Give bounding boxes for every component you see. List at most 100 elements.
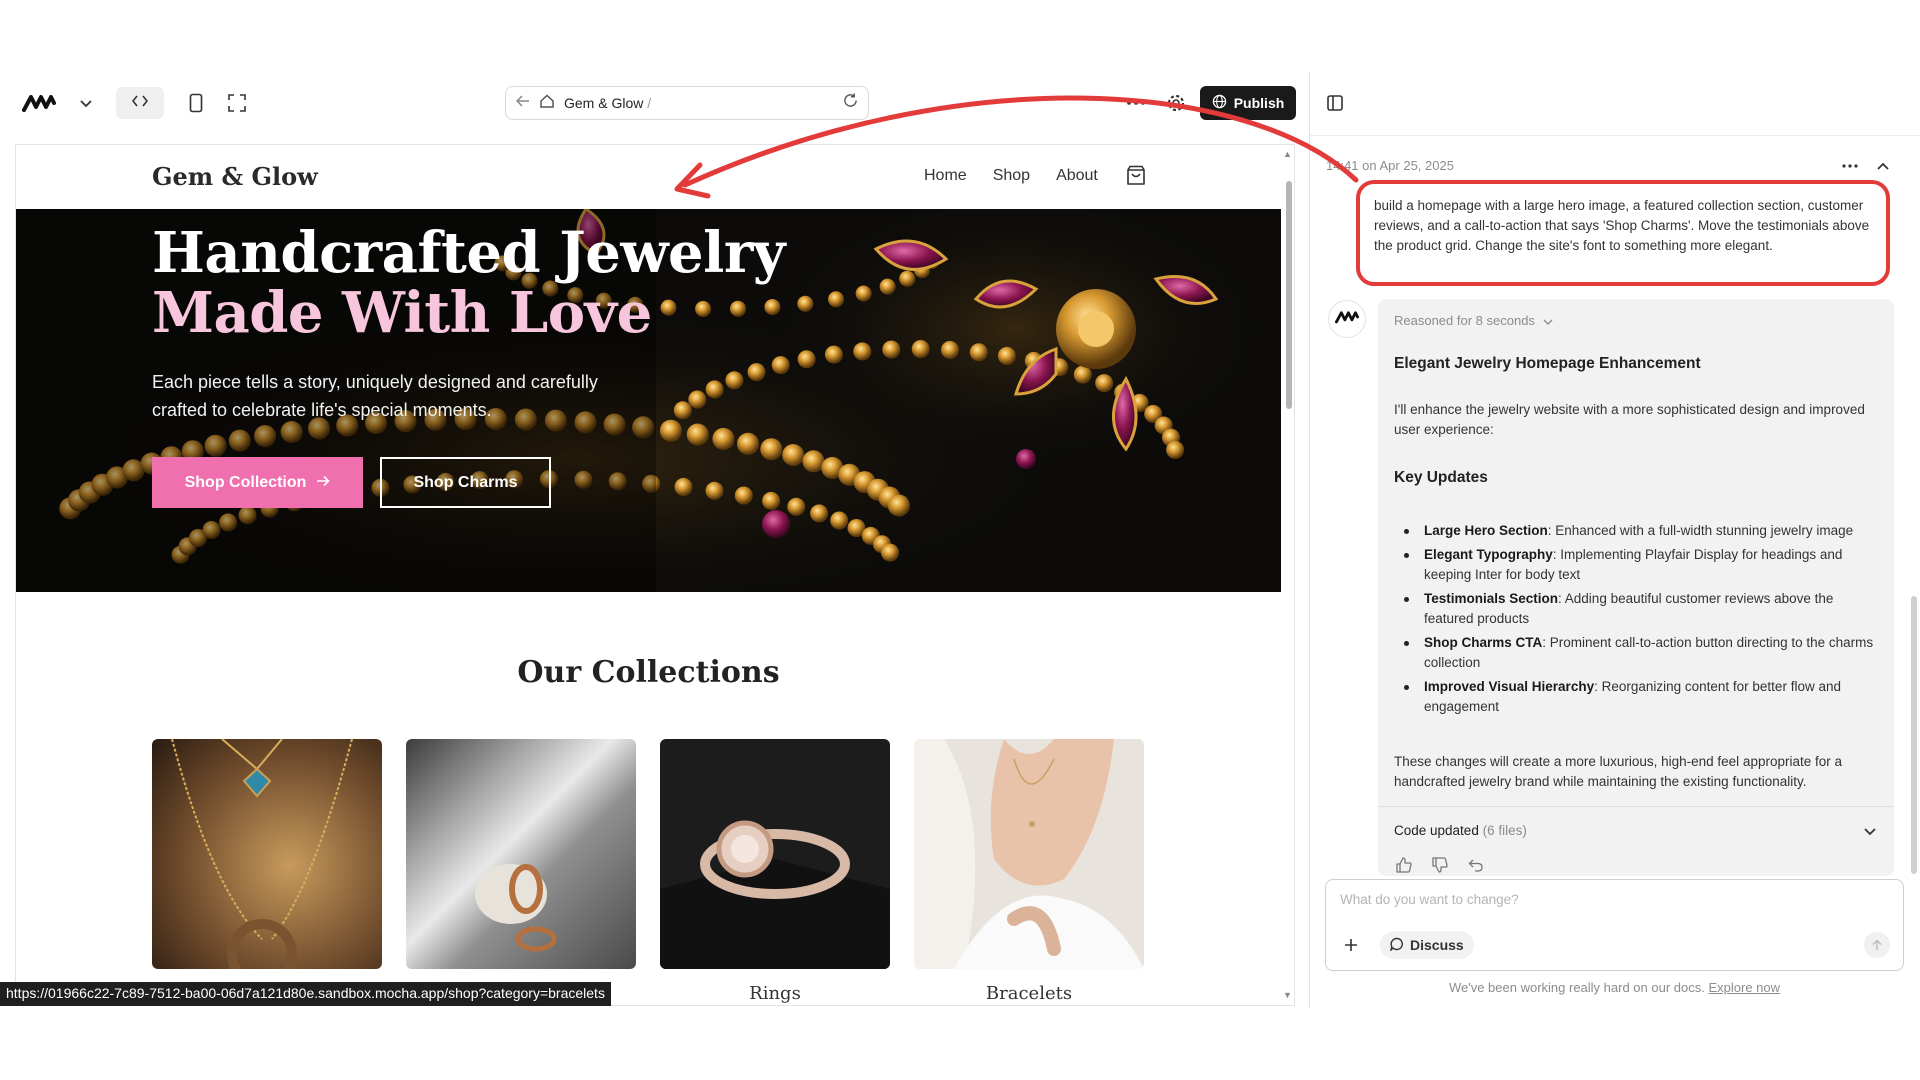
logo-icon xyxy=(1335,309,1359,330)
chat-bubble-icon xyxy=(1389,937,1404,954)
discuss-button[interactable]: Discuss xyxy=(1380,931,1474,959)
gold-bead xyxy=(830,511,849,530)
gold-bead xyxy=(881,543,899,562)
chevron-down-icon[interactable] xyxy=(74,92,98,116)
logo-icon[interactable] xyxy=(16,84,62,122)
gold-bead xyxy=(688,390,707,409)
gold-bead xyxy=(659,419,682,442)
code-updated-toggle[interactable]: Code updated (6 files) xyxy=(1394,823,1527,838)
hero-section: Handcrafted Jewelry Made With Love Each … xyxy=(16,209,1281,592)
code-files-count: (6 files) xyxy=(1482,823,1527,838)
assistant-title: Elegant Jewelry Homepage Enhancement xyxy=(1394,355,1701,372)
hero-subtitle: Each piece tells a story, uniquely desig… xyxy=(152,372,598,420)
gold-bead xyxy=(855,285,872,302)
gold-bead xyxy=(725,371,744,390)
publish-button[interactable]: Publish xyxy=(1200,86,1296,120)
shop-collection-button[interactable]: Shop Collection xyxy=(152,457,363,508)
thumbs-up-icon[interactable] xyxy=(1394,855,1414,875)
plus-icon[interactable] xyxy=(1338,932,1364,958)
list-item: Shop Charms CTA: Prominent call-to-actio… xyxy=(1394,633,1884,673)
docs-note: We've been working really hard on our do… xyxy=(1325,980,1904,995)
shop-charms-button[interactable]: Shop Charms xyxy=(380,457,551,508)
url-path: / xyxy=(647,95,652,111)
url-site: Gem & Glow xyxy=(564,95,644,111)
site-preview: Gem & Glow Home Shop About Handcrafted J… xyxy=(15,144,1295,1006)
back-arrow-icon[interactable] xyxy=(515,94,530,112)
hero-title-line1: Handcrafted Jewelry xyxy=(152,220,785,286)
undo-icon[interactable] xyxy=(1466,855,1486,875)
prompt-box: Discuss xyxy=(1325,879,1904,971)
prompt-input[interactable] xyxy=(1340,888,1880,910)
gold-bead xyxy=(824,345,843,364)
message-timestamp: 14:41 on Apr 25, 2025 xyxy=(1326,158,1454,173)
preview-scroll-thumb[interactable] xyxy=(1286,181,1292,409)
collection-image-ring xyxy=(660,739,890,969)
hero-title: Handcrafted Jewelry Made With Love xyxy=(152,223,785,343)
gold-bead xyxy=(797,295,814,312)
chevron-down-icon[interactable] xyxy=(1864,823,1884,841)
collection-card-necklaces[interactable] xyxy=(152,739,382,1004)
url-bar[interactable]: Gem & Glow / xyxy=(505,86,869,120)
gold-bead xyxy=(997,346,1016,365)
message-more-icon[interactable] xyxy=(1838,156,1862,176)
assistant-intro: I'll enhance the jewelry website with a … xyxy=(1394,402,1865,437)
gold-bead xyxy=(1095,374,1114,393)
gold-bead xyxy=(771,356,790,375)
collection-card-rings[interactable]: Rings xyxy=(660,739,890,1004)
list-item: Improved Visual Hierarchy: Reorganizing … xyxy=(1394,677,1884,717)
status-bar-url: https://01966c22-7c89-7512-ba00-06d7a121… xyxy=(0,982,611,1006)
docs-link[interactable]: Explore now xyxy=(1708,980,1780,995)
mobile-icon[interactable] xyxy=(184,91,208,115)
discuss-label: Discuss xyxy=(1410,937,1464,953)
chevron-down-icon xyxy=(1543,313,1553,328)
gold-bead xyxy=(762,491,781,510)
gold-bead xyxy=(782,444,805,466)
code-view-button[interactable] xyxy=(116,87,164,119)
update-text: : Enhanced with a full-width stunning je… xyxy=(1547,523,1854,538)
collections-title: Our Collections xyxy=(517,655,780,690)
list-item: Testimonials Section: Adding beautiful c… xyxy=(1394,589,1884,629)
editor-toolbar: Gem & Glow / Publish xyxy=(0,80,1310,126)
collection-card-bracelets[interactable]: Bracelets xyxy=(914,739,1144,1004)
collection-label-bracelets: Bracelets xyxy=(985,983,1073,1004)
reasoned-toggle[interactable]: Reasoned for 8 seconds xyxy=(1394,313,1553,328)
gold-bead xyxy=(879,278,896,295)
gear-icon[interactable] xyxy=(1164,91,1188,115)
nav-shop[interactable]: Shop xyxy=(993,167,1030,185)
globe-icon xyxy=(1212,94,1227,112)
fullscreen-icon[interactable] xyxy=(225,91,249,115)
update-title: Large Hero Section xyxy=(1424,523,1548,538)
gold-bead xyxy=(797,350,816,369)
chat-scrollbar[interactable] xyxy=(1911,596,1917,874)
nav-home[interactable]: Home xyxy=(924,167,967,185)
refresh-icon[interactable] xyxy=(843,93,858,113)
gold-bead xyxy=(882,340,901,359)
nav-about[interactable]: About xyxy=(1056,167,1098,185)
docs-note-text: We've been working really hard on our do… xyxy=(1448,980,1705,995)
chevron-up-icon[interactable] xyxy=(1872,156,1894,176)
arrow-right-icon xyxy=(316,474,331,492)
gold-bead xyxy=(941,340,959,359)
home-icon[interactable] xyxy=(540,93,554,113)
collections-grid: Rings Bracelets xyxy=(152,739,1144,1004)
thumbs-down-icon[interactable] xyxy=(1430,855,1450,875)
site-logo[interactable]: Gem & Glow xyxy=(152,162,318,191)
panel-toggle-icon[interactable] xyxy=(1323,91,1347,115)
assistant-outro: These changes will create a more luxurio… xyxy=(1394,754,1842,789)
panel-divider[interactable] xyxy=(1309,72,1310,1008)
gold-bead xyxy=(705,380,724,399)
more-icon[interactable] xyxy=(1124,91,1148,115)
collection-card-earrings[interactable] xyxy=(406,739,636,1004)
site-nav-links: Home Shop About xyxy=(924,167,1098,185)
shop-collection-label: Shop Collection xyxy=(184,473,307,491)
cart-icon[interactable] xyxy=(1126,165,1148,187)
publish-label: Publish xyxy=(1233,95,1285,111)
scroll-down-arrow[interactable]: ▼ xyxy=(1283,990,1292,1000)
hero-title-line2: Made With Love xyxy=(152,280,652,346)
gold-bead xyxy=(747,363,766,382)
url-text[interactable]: Gem & Glow / xyxy=(564,95,833,111)
send-arrow-icon[interactable] xyxy=(1864,932,1890,958)
code-divider xyxy=(1378,806,1894,807)
scroll-up-arrow[interactable]: ▲ xyxy=(1283,149,1292,159)
update-title: Elegant Typography xyxy=(1424,547,1553,562)
